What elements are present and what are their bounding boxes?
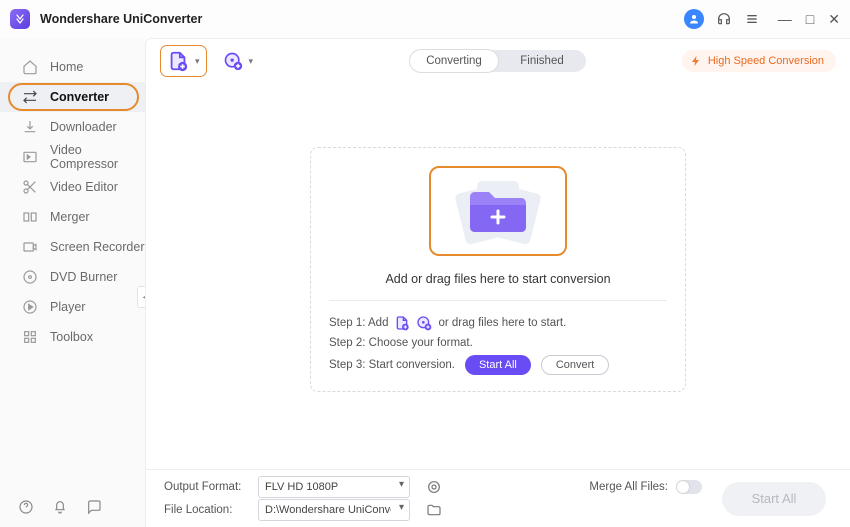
disc-icon [22, 269, 38, 285]
sidebar-item-merger[interactable]: Merger [0, 202, 145, 232]
compress-icon [22, 149, 38, 165]
file-location-select[interactable] [258, 499, 410, 521]
sidebar-item-editor[interactable]: Video Editor [0, 172, 145, 202]
add-dvd-mini-icon [416, 315, 432, 331]
merge-label: Merge All Files: [578, 481, 668, 493]
sidebar: Home Converter Downloader Video Compress… [0, 38, 145, 527]
drop-zone[interactable]: Add or drag files here to start conversi… [310, 147, 686, 392]
sidebar-item-label: DVD Burner [50, 270, 117, 284]
add-file-icon [167, 50, 189, 72]
sidebar-item-label: Home [50, 60, 83, 74]
sidebar-item-label: Merger [50, 210, 90, 224]
window-minimize-button[interactable]: — [778, 12, 792, 26]
start-all-button[interactable]: Start All [722, 482, 826, 516]
file-location-label: File Location: [164, 504, 250, 516]
support-icon[interactable] [716, 11, 732, 27]
scissors-icon [22, 179, 38, 195]
folder-plus-icon [466, 187, 530, 235]
download-icon [22, 119, 38, 135]
sidebar-item-converter[interactable]: Converter [0, 82, 145, 112]
sidebar-item-label: Video Editor [50, 180, 118, 194]
merge-toggle[interactable] [676, 480, 702, 494]
convert-mini-button[interactable]: Convert [541, 355, 610, 375]
sidebar-item-downloader[interactable]: Downloader [0, 112, 145, 142]
drop-zone-headline: Add or drag files here to start conversi… [329, 272, 667, 286]
high-speed-label: High Speed Conversion [708, 55, 824, 67]
tab-converting[interactable]: Converting [410, 50, 498, 72]
high-speed-badge[interactable]: High Speed Conversion [682, 50, 836, 72]
lightning-icon [690, 55, 702, 67]
step-1: Step 1: Add or drag files here to start. [329, 315, 667, 331]
divider [329, 300, 667, 301]
window-maximize-button[interactable]: □ [806, 12, 814, 26]
status-tabs: Converting Finished [410, 50, 586, 72]
sidebar-item-recorder[interactable]: Screen Recorder [0, 232, 145, 262]
chevron-down-icon: ▾ [249, 56, 254, 67]
merge-icon [22, 209, 38, 225]
add-file-mini-icon [394, 315, 410, 331]
converter-icon [22, 89, 38, 105]
sidebar-item-label: Video Compressor [50, 143, 145, 171]
sidebar-item-player[interactable]: Player [0, 292, 145, 322]
open-folder-icon[interactable] [426, 502, 442, 518]
tab-finished[interactable]: Finished [498, 50, 586, 72]
format-settings-icon[interactable] [426, 479, 442, 495]
window-close-button[interactable]: ✕ [828, 12, 840, 26]
output-format-label: Output Format: [164, 481, 250, 493]
sidebar-item-toolbox[interactable]: Toolbox [0, 322, 145, 352]
record-icon [22, 239, 38, 255]
app-logo [10, 9, 30, 29]
sidebar-item-dvd[interactable]: DVD Burner [0, 262, 145, 292]
chevron-down-icon: ▾ [195, 56, 200, 67]
drop-zone-folder [429, 166, 567, 256]
grid-icon [22, 329, 38, 345]
help-icon[interactable] [18, 499, 34, 515]
add-dvd-icon [223, 51, 243, 71]
step-2: Step 2: Choose your format. [329, 337, 667, 349]
sidebar-item-label: Player [50, 300, 85, 314]
feedback-icon[interactable] [86, 499, 102, 515]
output-format-select[interactable] [258, 476, 410, 498]
sidebar-item-label: Converter [50, 90, 109, 104]
sidebar-item-label: Downloader [50, 120, 117, 134]
account-avatar[interactable] [684, 9, 704, 29]
menu-icon[interactable] [744, 11, 760, 27]
sidebar-item-home[interactable]: Home [0, 52, 145, 82]
app-title: Wondershare UniConverter [40, 12, 202, 26]
add-dvd-button[interactable]: ▾ [217, 47, 260, 75]
add-file-button[interactable]: ▾ [160, 45, 207, 77]
bell-icon[interactable] [52, 499, 68, 515]
sidebar-item-label: Toolbox [50, 330, 93, 344]
home-icon [22, 59, 38, 75]
sidebar-item-compressor[interactable]: Video Compressor [0, 142, 145, 172]
play-icon [22, 299, 38, 315]
start-all-mini-button[interactable]: Start All [465, 355, 531, 375]
sidebar-item-label: Screen Recorder [50, 240, 145, 254]
step-3: Step 3: Start conversion. [329, 359, 455, 371]
